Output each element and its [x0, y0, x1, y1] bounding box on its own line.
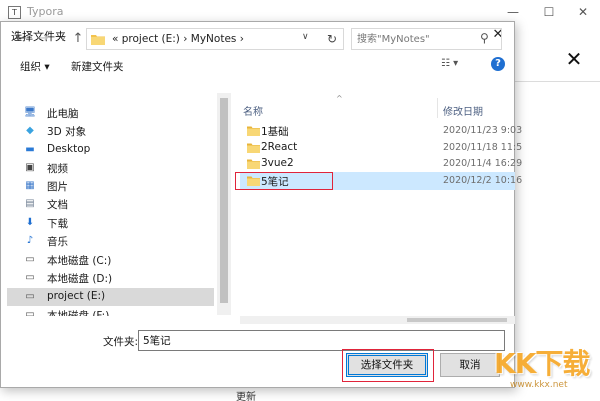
nav-item-drive-c[interactable]: ▭ 本地磁盘 (C:) — [7, 251, 214, 269]
nav-item-label: 此电脑 — [47, 108, 79, 120]
nav-item-drive-e[interactable]: ▭ project (E:) — [7, 288, 214, 306]
nav-item-pictures[interactable]: ▦ 图片 — [7, 177, 214, 195]
nav-item-drive-f[interactable]: ▭ 本地磁盘 (F:) — [7, 306, 214, 316]
nav-item-label: Desktop — [47, 143, 91, 155]
navigation-pane: 🖥 此电脑 ◆ 3D 对象 ▬ Desktop ▣ 视频 ▦ 图片 ▤ 文档 ⬇… — [7, 80, 216, 316]
drive-e-icon: ▭ — [25, 291, 35, 302]
scrollbar-thumb[interactable] — [407, 318, 507, 322]
typora-window-title: Typora — [27, 5, 64, 18]
folder-icon — [247, 143, 260, 153]
desktop-icon: ▬ — [25, 144, 35, 155]
computer-icon: 🖥 — [23, 107, 37, 118]
nav-item-documents[interactable]: ▤ 文档 — [7, 195, 214, 213]
button-focus-ring — [348, 355, 426, 375]
nav-item-label: 本地磁盘 (D:) — [47, 273, 113, 285]
up-arrow-icon[interactable]: ↑ — [69, 30, 87, 48]
panel-close-icon[interactable]: ✕ — [562, 47, 586, 71]
file-date: 2020/11/23 9:03 — [443, 125, 523, 136]
file-date: 2020/11/18 11:5 — [443, 142, 523, 153]
file-name: 3vue2 — [261, 157, 294, 169]
search-box[interactable]: ⚲ — [351, 28, 502, 50]
file-name: 1基础 — [261, 126, 289, 138]
drive-c-icon: ▭ — [25, 254, 35, 265]
nav-item-label: 本地磁盘 (C:) — [47, 255, 112, 267]
folder-name-label: 文件夹: — [103, 336, 139, 348]
minimize-button[interactable]: — — [500, 3, 526, 21]
column-divider[interactable] — [437, 98, 438, 118]
typora-app-icon: T — [8, 6, 21, 19]
nav-item-drive-d[interactable]: ▭ 本地磁盘 (D:) — [7, 269, 214, 287]
video-icon: ▣ — [25, 162, 35, 173]
address-bar[interactable]: « project (E:) › MyNotes › ∨ ↻ — [86, 28, 344, 50]
documents-icon: ▤ — [25, 198, 35, 209]
watermark-text: KK下载 — [494, 347, 590, 380]
search-input[interactable] — [357, 32, 475, 47]
new-folder-button[interactable]: 新建文件夹 — [71, 59, 124, 74]
folder-name-input[interactable] — [138, 330, 505, 351]
nav-item-videos[interactable]: ▣ 视频 — [7, 159, 214, 177]
nav-item-label: 视频 — [47, 163, 68, 175]
watermark-logo: KK下载 www.kkx.net — [492, 340, 596, 398]
pictures-icon: ▦ — [25, 180, 35, 191]
selected-folder-highlight — [235, 172, 333, 190]
drive-d-icon: ▭ — [25, 272, 35, 283]
maximize-button[interactable]: ☐ — [536, 3, 562, 21]
file-date: 2020/11/4 16:29 — [443, 158, 523, 169]
nav-item-label: 图片 — [47, 181, 68, 193]
watermark-url: www.kkx.net — [510, 380, 568, 390]
nav-item-desktop[interactable]: ▬ Desktop — [7, 141, 214, 159]
cancel-button[interactable]: 取消 — [440, 353, 500, 377]
nav-item-label: project (E:) — [47, 290, 106, 302]
nav-item-3d-objects[interactable]: ◆ 3D 对象 — [7, 122, 214, 140]
help-icon[interactable]: ? — [491, 57, 505, 71]
nav-item-music[interactable]: ♪ 音乐 — [7, 232, 214, 250]
nav-item-downloads[interactable]: ⬇ 下载 — [7, 214, 214, 232]
sort-ascending-icon: ^ — [336, 94, 343, 103]
column-header-name[interactable]: 名称 — [243, 103, 263, 118]
organize-menu-button[interactable]: 组织 ▾ — [20, 59, 50, 74]
window-close-button[interactable]: ✕ — [570, 3, 596, 21]
nav-item-this-pc[interactable]: 🖥 此电脑 — [7, 104, 214, 122]
refresh-icon[interactable]: ↻ — [323, 30, 341, 48]
typora-bottom-text: 更新 — [236, 392, 256, 401]
nav-item-label: 下载 — [47, 218, 68, 230]
file-row[interactable]: 1基础 2020/11/23 9:03 — [240, 122, 522, 140]
drive-f-icon: ▭ — [25, 309, 35, 316]
address-dropdown-icon[interactable]: ∨ — [302, 32, 309, 42]
folder-icon — [91, 35, 105, 45]
navigation-pane-scrollbar[interactable] — [217, 93, 231, 315]
nav-item-label: 音乐 — [47, 236, 68, 248]
view-options-icon[interactable]: ☷ ▾ — [441, 58, 458, 69]
search-icon[interactable]: ⚲ — [480, 31, 489, 45]
file-list-scrollbar[interactable] — [240, 316, 515, 324]
folder-icon — [247, 126, 260, 136]
column-header-date[interactable]: 修改日期 — [443, 103, 483, 118]
back-arrow-icon[interactable]: ← — [12, 30, 30, 48]
scrollbar-thumb[interactable] — [220, 98, 228, 303]
select-folder-button[interactable]: 选择文件夹 — [346, 353, 428, 377]
file-name: 2React — [261, 141, 298, 153]
file-date: 2020/12/2 10:16 — [443, 175, 523, 186]
address-path[interactable]: « project (E:) › MyNotes › — [112, 33, 244, 45]
download-icon: ⬇ — [25, 217, 35, 228]
folder-icon — [247, 159, 260, 169]
music-icon: ♪ — [26, 235, 34, 246]
file-row[interactable]: 3vue2 2020/11/4 16:29 — [240, 155, 522, 173]
forward-arrow-icon[interactable]: → — [34, 30, 52, 48]
nav-item-label: 本地磁盘 (F:) — [47, 310, 110, 316]
3d-objects-icon: ◆ — [26, 125, 34, 136]
nav-item-label: 3D 对象 — [47, 126, 87, 138]
nav-item-label: 文档 — [47, 199, 68, 211]
